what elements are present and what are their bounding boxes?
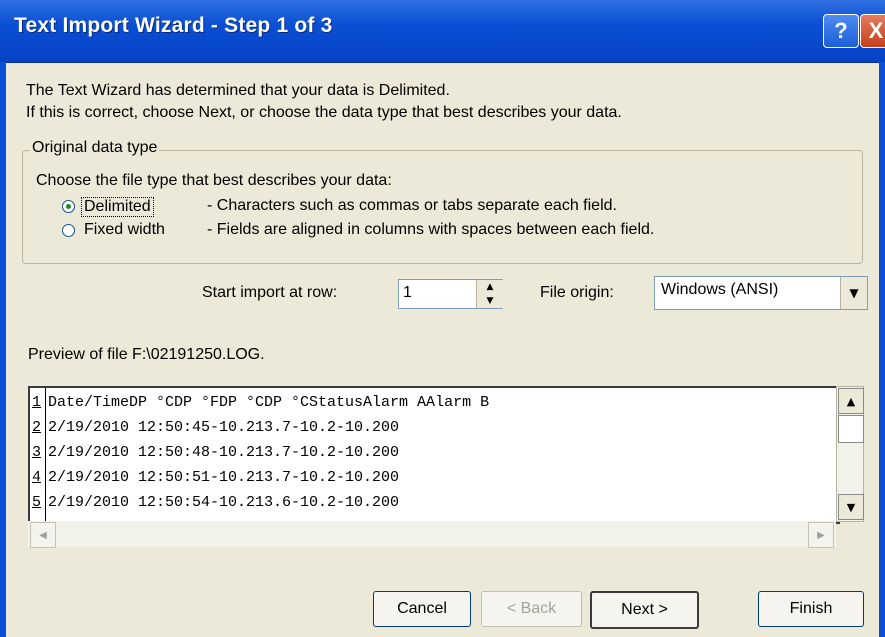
scroll-left-arrow-icon[interactable]: ◀ [30, 522, 56, 548]
back-button[interactable]: < Back [481, 591, 582, 627]
file-origin-select[interactable]: Windows (ANSI) ▼ [654, 276, 868, 310]
group-label: Original data type [30, 139, 160, 157]
row-number: 3 [32, 444, 42, 461]
file-type-prompt: Choose the file type that best describes… [36, 172, 392, 189]
spin-down-arrow-icon[interactable]: ▼ [476, 294, 503, 308]
scroll-down-arrow-icon[interactable]: ▼ [838, 494, 864, 520]
preview-label: Preview of file F:\02191250.LOG. [28, 346, 265, 363]
file-preview[interactable]: 1 Date/TimeDP °CDP °FDP °CDP °CStatusAla… [28, 386, 840, 524]
row-number: 4 [32, 469, 42, 486]
preview-vertical-scrollbar[interactable]: ▲ ▼ [836, 386, 864, 522]
radio-selected-dot [66, 204, 71, 209]
delimited-radio-label[interactable]: Delimited [81, 197, 154, 217]
next-button[interactable]: Next > [590, 591, 699, 629]
title-bar[interactable]: Text Import Wizard - Step 1 of 3 ? X [0, 0, 885, 63]
row-number: 2 [32, 419, 42, 436]
finish-button[interactable]: Finish [758, 591, 864, 627]
file-origin-value: Windows (ANSI) [661, 281, 779, 298]
intro-line-1: The Text Wizard has determined that your… [26, 82, 450, 99]
window-frame-right [879, 62, 885, 637]
close-button[interactable]: X [860, 14, 885, 48]
start-row-spinner[interactable]: 1 ▲ ▼ [398, 279, 503, 309]
start-row-value[interactable]: 1 [403, 284, 412, 302]
dialog-title: Text Import Wizard - Step 1 of 3 [14, 14, 333, 37]
help-button[interactable]: ? [823, 14, 859, 48]
delimited-description: - Characters such as commas or tabs sepa… [207, 197, 617, 214]
spin-up-arrow-icon[interactable]: ▲ [476, 280, 503, 295]
row-text: 2/19/2010 12:50:45-10.213.7-10.2-10.200 [48, 419, 400, 436]
intro-line-2: If this is correct, choose Next, or choo… [26, 104, 622, 121]
start-row-label: Start import at row: [202, 284, 338, 301]
fixed-width-radio-label[interactable]: Fixed width [84, 221, 165, 239]
file-origin-label: File origin: [540, 284, 614, 301]
fixed-width-description: - Fields are aligned in columns with spa… [207, 221, 655, 238]
row-number: 1 [32, 394, 42, 411]
delimited-radio[interactable] [62, 200, 75, 213]
scroll-thumb[interactable] [838, 415, 864, 443]
row-text: 2/19/2010 12:50:54-10.213.6-10.2-10.200 [48, 494, 400, 511]
chevron-down-icon[interactable]: ▼ [840, 277, 867, 309]
text-import-wizard-dialog: Text Import Wizard - Step 1 of 3 ? X The… [0, 0, 885, 637]
cancel-button[interactable]: Cancel [373, 591, 471, 627]
row-number: 5 [32, 494, 42, 511]
row-text: 2/19/2010 12:50:51-10.213.7-10.2-10.200 [48, 469, 400, 486]
fixed-width-radio[interactable] [62, 224, 75, 237]
preview-horizontal-scrollbar[interactable]: ◀ ▶ [28, 521, 836, 548]
scroll-right-arrow-icon[interactable]: ▶ [808, 522, 834, 548]
scroll-up-arrow-icon[interactable]: ▲ [838, 388, 864, 414]
row-text: Date/TimeDP °CDP °FDP °CDP °CStatusAlarm… [48, 394, 490, 411]
row-text: 2/19/2010 12:50:48-10.213.7-10.2-10.200 [48, 444, 400, 461]
